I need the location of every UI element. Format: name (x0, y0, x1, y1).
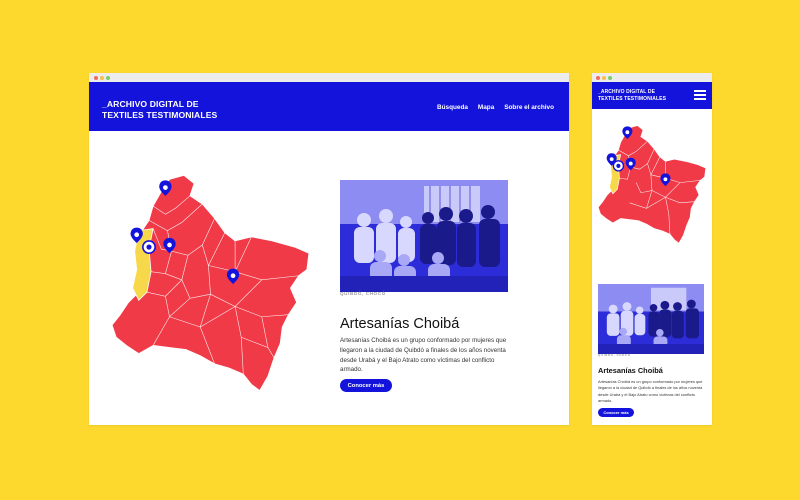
nav-sobre-archivo[interactable]: Sobre el archivo (504, 104, 554, 111)
desktop-browser-window: _ARCHIVO DIGITAL DE TEXTILES TESTIMONIAL… (89, 73, 569, 425)
feature-description: Artesanías Choibá es un grupo conformado… (340, 337, 507, 374)
mobile-browser-window: _ARCHIVO DIGITAL DE TEXTILES TESTIMONIAL… (592, 73, 712, 425)
feature-title: Artesanías Choibá (340, 316, 460, 332)
colombia-map[interactable] (108, 173, 313, 399)
window-maximize-dot[interactable] (106, 76, 110, 80)
map-pin-selected-icon[interactable] (142, 240, 156, 255)
conocer-mas-button[interactable]: Conocer más (598, 408, 634, 417)
main-nav: Búsqueda Mapa Sobre el archivo (437, 104, 554, 111)
nav-mapa[interactable]: Mapa (478, 104, 494, 111)
site-logo-line2: TEXTILES TESTIMONIALES (102, 110, 218, 120)
site-header: _ARCHIVO DIGITAL DE TEXTILES TESTIMONIAL… (89, 82, 569, 131)
location-label: QUIBDÓ, CHOCÓ (340, 291, 386, 296)
site-logo[interactable]: _ARCHIVO DIGITAL DE TEXTILES TESTIMONIAL… (598, 89, 688, 102)
feature-title: Artesanías Choibá (598, 366, 663, 375)
window-minimize-dot[interactable] (602, 76, 606, 80)
site-logo-line2: TEXTILES TESTIMONIALES (598, 95, 667, 102)
browser-title-bar (89, 73, 569, 82)
site-logo-line1: _ARCHIVO DIGITAL DE (102, 99, 199, 109)
feature-description: Artesanías Choibá es un grupo conformado… (598, 379, 703, 404)
window-close-dot[interactable] (596, 76, 600, 80)
group-photo (340, 180, 508, 292)
map-pin-selected-icon[interactable] (612, 160, 625, 172)
nav-busqueda[interactable]: Búsqueda (437, 104, 468, 111)
hamburger-icon[interactable] (694, 90, 706, 100)
window-maximize-dot[interactable] (608, 76, 612, 80)
browser-title-bar (592, 73, 712, 82)
site-header: _ARCHIVO DIGITAL DE TEXTILES TESTIMONIAL… (592, 82, 712, 109)
window-minimize-dot[interactable] (100, 76, 104, 80)
site-logo[interactable]: _ARCHIVO DIGITAL DE TEXTILES TESTIMONIAL… (102, 99, 252, 121)
conocer-mas-button[interactable]: Conocer más (340, 379, 392, 392)
location-label: QUIBDÓ, CHOCÓ (598, 353, 631, 357)
colombia-map[interactable] (596, 116, 708, 256)
group-photo (598, 284, 704, 354)
window-close-dot[interactable] (94, 76, 98, 80)
